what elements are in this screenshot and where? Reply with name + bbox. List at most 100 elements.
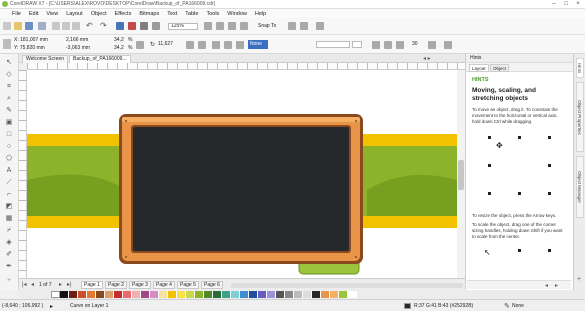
vertical-scrollbar[interactable]: [457, 70, 465, 278]
swatch[interactable]: [186, 291, 195, 298]
shape-tool-icon[interactable]: ◇: [4, 70, 14, 79]
docker-tab-hints[interactable]: Hints: [576, 58, 584, 78]
docker-forward-icon[interactable]: ▸: [555, 282, 558, 289]
swatch[interactable]: [60, 291, 69, 298]
swatch[interactable]: [240, 291, 249, 298]
polygon-tool-icon[interactable]: ⬠: [4, 154, 14, 163]
clear-transformations-icon[interactable]: [428, 41, 436, 49]
swatch[interactable]: [69, 291, 78, 298]
swatch[interactable]: [267, 291, 276, 298]
zoom-tool-icon[interactable]: ⌕: [4, 94, 14, 103]
transparency-tool-icon[interactable]: ▦: [4, 214, 14, 223]
show-rulers-icon[interactable]: [216, 22, 224, 30]
options-icon[interactable]: [288, 22, 296, 30]
subtab-layout[interactable]: Layout: [469, 64, 489, 72]
menu-table[interactable]: Table: [185, 11, 198, 17]
ellipse-tool-icon[interactable]: ○: [4, 142, 14, 151]
add-docker-icon[interactable]: +: [577, 276, 581, 283]
parallel-dimension-tool-icon[interactable]: ⟋: [4, 178, 14, 187]
launch-icon[interactable]: [300, 22, 308, 30]
menu-tools[interactable]: Tools: [206, 11, 219, 17]
scrollbar-thumb[interactable]: [458, 160, 464, 190]
menu-edit[interactable]: Edit: [29, 11, 38, 17]
mirror-horizontal-icon[interactable]: [186, 41, 194, 49]
tab-welcome-screen[interactable]: Welcome Screen: [22, 55, 68, 63]
swatch[interactable]: [159, 291, 168, 298]
minimize-button[interactable]: –: [548, 1, 560, 8]
menu-window[interactable]: Window: [227, 11, 247, 17]
save-icon[interactable]: [25, 22, 33, 30]
menu-layout[interactable]: Layout: [66, 11, 83, 17]
swatch[interactable]: [114, 291, 123, 298]
vertical-ruler[interactable]: [19, 70, 27, 278]
first-page-icon[interactable]: |◂: [22, 281, 27, 288]
menu-file[interactable]: File: [12, 11, 21, 17]
position-x-field[interactable]: X: 181,007 mm: [14, 37, 48, 43]
page-tab-5[interactable]: Page 5: [177, 281, 199, 289]
swatch[interactable]: [150, 291, 159, 298]
horizontal-ruler[interactable]: [27, 63, 465, 70]
quick-customize-icon[interactable]: [444, 41, 452, 49]
swatch[interactable]: [195, 291, 204, 298]
menu-bitmaps[interactable]: Bitmaps: [139, 11, 159, 17]
page-tab-2[interactable]: Page 2: [105, 281, 127, 289]
add-tools-icon[interactable]: +: [4, 276, 14, 285]
zoom-level-select[interactable]: 125%: [168, 23, 198, 30]
menu-text[interactable]: Text: [167, 11, 177, 17]
swatch[interactable]: [168, 291, 177, 298]
subtab-object[interactable]: Object: [490, 64, 510, 72]
app-launcher-icon[interactable]: [152, 22, 160, 30]
swatch[interactable]: [249, 291, 258, 298]
undo-icon[interactable]: ↶: [86, 21, 93, 30]
show-guidelines-icon[interactable]: [240, 22, 248, 30]
swatch[interactable]: [177, 291, 186, 298]
page-tab-3[interactable]: Page 3: [129, 281, 151, 289]
swatch[interactable]: [294, 291, 303, 298]
width-field[interactable]: 2,166 mm: [66, 37, 88, 43]
extra-value-field[interactable]: 30: [412, 41, 418, 47]
menu-help[interactable]: Help: [255, 11, 266, 17]
docker-back-icon[interactable]: ◂: [545, 282, 548, 289]
outline-pen-tool-icon[interactable]: ✒: [4, 262, 14, 271]
snap-to-dropdown[interactable]: Snap To: [258, 23, 276, 29]
full-screen-icon[interactable]: [204, 22, 212, 30]
swatch[interactable]: [339, 291, 348, 298]
swatch[interactable]: [348, 291, 357, 298]
customize-icon[interactable]: [316, 22, 324, 30]
swatch[interactable]: [312, 291, 321, 298]
scale-y-field[interactable]: 34,2: [114, 45, 124, 51]
swatch[interactable]: [231, 291, 240, 298]
lock-ratio-icon[interactable]: [136, 41, 144, 49]
tab-backup-document[interactable]: Backup_of_PA166009...: [69, 55, 131, 63]
new-document-icon[interactable]: [3, 22, 11, 30]
rectangle-tool-icon[interactable]: □: [4, 130, 14, 139]
tab-scroll-icon[interactable]: ◂ ▸: [423, 55, 431, 62]
swatch[interactable]: [276, 291, 285, 298]
maximize-button[interactable]: □: [560, 1, 572, 8]
height-field[interactable]: -3,063 mm: [66, 45, 90, 51]
swatch[interactable]: [213, 291, 222, 298]
to-front-icon[interactable]: [372, 41, 380, 49]
page-tab-1[interactable]: Page 1: [81, 281, 103, 289]
convert-to-curves-icon[interactable]: [396, 41, 404, 49]
drawing-canvas[interactable]: [27, 70, 457, 278]
swatch[interactable]: [222, 291, 231, 298]
end-arrow-select[interactable]: [352, 41, 362, 48]
angle-field[interactable]: 11,627: [158, 41, 173, 47]
swatch[interactable]: [96, 291, 105, 298]
page-tab-4[interactable]: Page 4: [153, 281, 175, 289]
menu-effects[interactable]: Effects: [115, 11, 132, 17]
swatch[interactable]: [132, 291, 141, 298]
swatch[interactable]: [204, 291, 213, 298]
swatch[interactable]: [285, 291, 294, 298]
copy-icon[interactable]: [62, 22, 70, 30]
swatch[interactable]: [321, 291, 330, 298]
swatch[interactable]: [105, 291, 114, 298]
menu-object[interactable]: Object: [91, 11, 107, 17]
smart-drawing-tool-icon[interactable]: ✐: [4, 250, 14, 259]
outline-width-select[interactable]: None: [248, 40, 268, 49]
swatch[interactable]: [258, 291, 267, 298]
play-icon[interactable]: ▸: [50, 303, 53, 310]
swatch[interactable]: [141, 291, 150, 298]
eyedropper-tool-icon[interactable]: ⌿: [4, 226, 14, 235]
